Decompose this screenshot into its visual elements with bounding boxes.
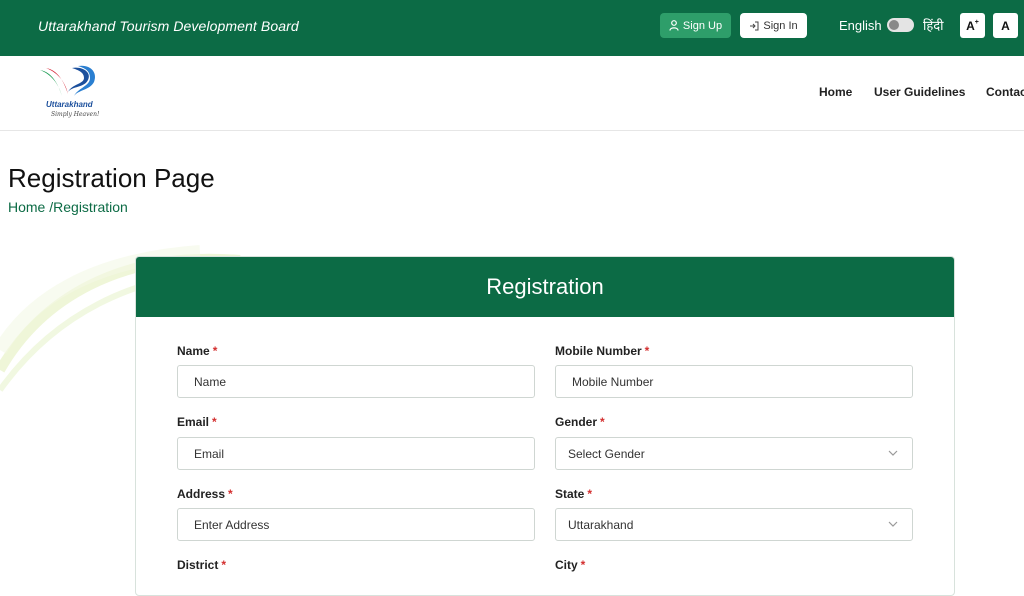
page-title: Registration Page: [8, 163, 215, 193]
nav-contact[interactable]: Contact: [986, 85, 1024, 99]
mobile-number-label: Mobile Number *: [555, 344, 650, 358]
state-select[interactable]: Uttarakhand: [555, 508, 913, 541]
required-marker: *: [228, 487, 233, 501]
name-input[interactable]: Name: [177, 365, 535, 398]
required-marker: *: [212, 344, 218, 358]
required-marker: *: [580, 558, 586, 572]
email-input[interactable]: Email: [177, 437, 535, 470]
sign-in-button[interactable]: Sign In: [740, 13, 807, 38]
toggle-knob: [889, 20, 899, 30]
state-label: State *: [555, 487, 593, 501]
required-marker: *: [212, 415, 217, 429]
district-label: District *: [177, 558, 227, 572]
logo-name: Uttarakhand: [46, 100, 93, 109]
user-icon: [669, 20, 679, 31]
address-input[interactable]: Enter Address: [177, 508, 535, 541]
font-reset-button[interactable]: A: [993, 13, 1018, 38]
nav-user-guidelines[interactable]: User Guidelines: [874, 85, 965, 99]
sign-in-label: Sign In: [763, 19, 798, 32]
board-title: Uttarakhand Tourism Development Board: [38, 18, 299, 34]
logo-emblem-icon: [40, 65, 96, 96]
registration-heading: Registration: [486, 274, 604, 299]
breadcrumb: Home /Registration: [8, 199, 128, 215]
city-label: City *: [555, 558, 586, 572]
address-label: Address *: [177, 487, 233, 501]
sign-up-label: Sign Up: [682, 19, 723, 32]
login-icon: [750, 21, 759, 30]
mobile-number-input[interactable]: Mobile Number: [555, 365, 913, 398]
language-english[interactable]: English: [839, 18, 882, 33]
chevron-down-icon: [888, 450, 898, 456]
gender-select[interactable]: Select Gender: [555, 437, 913, 470]
breadcrumb-current: Registration: [53, 199, 128, 215]
required-marker: *: [644, 344, 650, 358]
nav-home[interactable]: Home: [819, 85, 852, 99]
language-toggle[interactable]: [887, 18, 914, 32]
name-label: Name *: [177, 344, 218, 358]
registration-card-header: Registration: [136, 257, 954, 317]
top-bar: Uttarakhand Tourism Development Board Si…: [0, 0, 1024, 56]
plus-icon: +: [974, 19, 979, 26]
language-hindi[interactable]: हिंदी: [923, 16, 944, 34]
required-marker: *: [221, 558, 227, 572]
required-marker: *: [587, 487, 593, 501]
gender-label: Gender *: [555, 415, 605, 429]
logo-tagline: Simply Heaven!: [51, 111, 100, 118]
main-navbar: Uttarakhand Simply Heaven! Home User Gui…: [0, 56, 1024, 131]
font-increase-button[interactable]: A +: [960, 13, 985, 38]
email-label: Email *: [177, 415, 217, 429]
registration-card: Registration Name * Name Mobile Number * M…: [135, 256, 955, 596]
sign-up-button[interactable]: Sign Up: [660, 13, 731, 38]
uttarakhand-logo[interactable]: Uttarakhand Simply Heaven!: [38, 64, 108, 122]
chevron-down-icon: [888, 521, 898, 527]
breadcrumb-home[interactable]: Home: [8, 199, 45, 215]
required-marker: *: [600, 415, 605, 429]
